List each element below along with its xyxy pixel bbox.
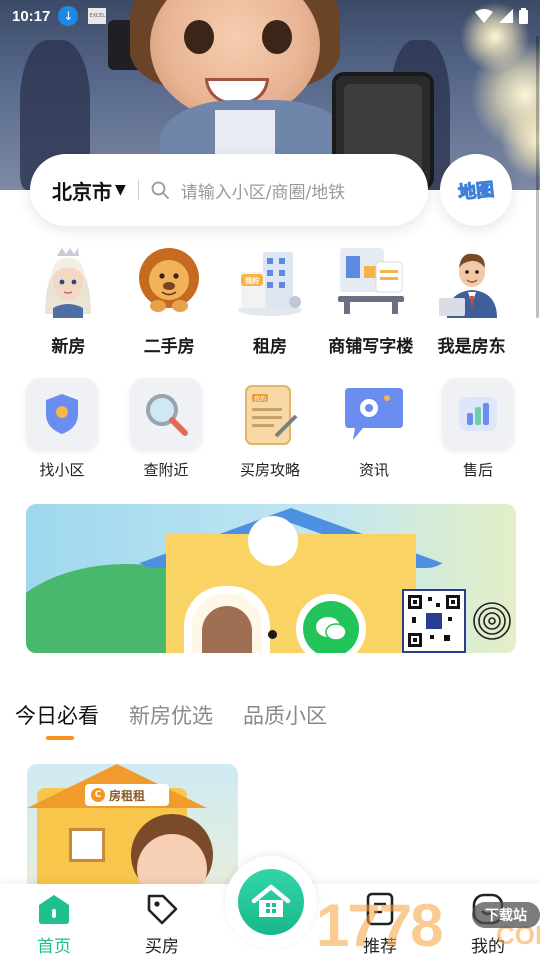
landlord-avatar-icon xyxy=(438,253,497,318)
feed-card[interactable]: C 房租租 xyxy=(27,764,238,904)
category-second-hand[interactable]: 二手房 xyxy=(121,244,217,357)
shield-icon xyxy=(46,394,78,434)
category-new-house[interactable]: 新房 xyxy=(20,244,116,357)
download-icon: ↓ xyxy=(58,6,79,26)
card-sign-badge: C xyxy=(91,788,105,802)
after-sales-tile xyxy=(442,378,514,450)
document-icon xyxy=(363,892,397,926)
news-tile xyxy=(338,378,410,450)
category-find-community[interactable]: 找小区 xyxy=(12,378,112,480)
tab-label: 新房优选 xyxy=(129,704,213,728)
chat-bubble-icon xyxy=(345,388,403,440)
tab-today-must-see[interactable]: 今日必看 xyxy=(15,700,99,740)
notification-thumbnail-icon: EXCEL xyxy=(88,8,107,24)
rent-sign-text: 我的 xyxy=(245,276,259,285)
battery-icon xyxy=(519,8,528,24)
tab-label: 品质小区 xyxy=(243,704,327,728)
promo-banner[interactable] xyxy=(26,504,516,653)
category-after-sales[interactable]: 售后 xyxy=(428,378,528,480)
primary-category-row: 新房 二手房 我的 租房 商铺写字楼 我是房东 xyxy=(0,244,540,357)
buying-guide-tile: 我的 xyxy=(234,378,306,450)
nav-buy[interactable]: 买房 xyxy=(127,892,197,957)
wifi-icon xyxy=(475,9,493,23)
category-label: 二手房 xyxy=(143,337,195,357)
nav-mine[interactable]: 我的 xyxy=(453,892,523,957)
category-label: 资讯 xyxy=(358,461,389,479)
nav-home[interactable]: 首页 xyxy=(19,892,89,957)
city-selector[interactable]: 北京市 xyxy=(52,176,112,205)
category-nearby[interactable]: 查附近 xyxy=(116,378,216,480)
category-label: 租房 xyxy=(252,337,287,357)
house-icon xyxy=(251,884,291,917)
card-sign-text: 房租租 xyxy=(109,788,146,803)
secondary-category-row: 找小区 查附近 我的 买房攻略 资讯 售后 xyxy=(0,378,540,480)
lion-avatar-icon xyxy=(139,248,200,312)
category-rent[interactable]: 我的 租房 xyxy=(222,244,318,357)
search-bar[interactable]: 北京市 ▼ 请输入小区/商圈/地铁 xyxy=(30,154,428,226)
category-news[interactable]: 资讯 xyxy=(324,378,424,480)
card-sign: C 房租租 xyxy=(85,784,169,806)
category-label: 商铺写字楼 xyxy=(328,337,414,357)
tab-quality-communities[interactable]: 品质小区 xyxy=(243,700,327,730)
category-landlord[interactable]: 我是房东 xyxy=(424,244,520,357)
signal-icon xyxy=(499,9,513,23)
nav-label: 推荐 xyxy=(363,937,397,957)
map-button[interactable]: 地图 xyxy=(440,154,512,226)
nav-label: 买房 xyxy=(145,937,179,957)
status-time: 10:17 xyxy=(12,7,51,25)
tab-new-house-picks[interactable]: 新房优选 xyxy=(129,700,213,730)
bar-chart-icon xyxy=(459,397,497,431)
search-input[interactable]: 请输入小区/商圈/地铁 xyxy=(181,178,345,203)
caret-down-icon[interactable]: ▼ xyxy=(115,182,126,198)
category-buying-guide[interactable]: 我的 买房攻略 xyxy=(220,378,320,480)
magnifier-icon xyxy=(146,394,188,436)
status-bar: 10:17 ↓ EXCEL xyxy=(0,0,540,32)
search-icon xyxy=(151,181,169,199)
center-action-button[interactable] xyxy=(225,856,317,948)
feed-tab-bar: 今日必看 新房优选 品质小区 xyxy=(15,700,327,740)
fingerprint-icon xyxy=(473,602,511,640)
carousel-indicator[interactable] xyxy=(268,630,277,639)
category-label: 查附近 xyxy=(143,461,189,479)
find-community-tile xyxy=(26,378,98,450)
home-icon xyxy=(37,892,71,926)
qr-code-icon xyxy=(402,589,466,653)
user-icon xyxy=(471,892,505,926)
apartment-building-icon: 我的 xyxy=(237,252,302,316)
princess-avatar-icon xyxy=(45,248,92,318)
category-label: 买房攻略 xyxy=(239,461,300,479)
category-label: 我是房东 xyxy=(437,337,506,357)
notepad-icon: 我的 xyxy=(245,385,298,445)
nav-label: 首页 xyxy=(37,937,71,957)
category-label: 找小区 xyxy=(39,461,85,479)
search-divider xyxy=(137,180,139,200)
nav-label: 我的 xyxy=(471,937,505,957)
tab-active-indicator xyxy=(46,736,74,740)
category-label: 售后 xyxy=(462,461,493,479)
map-button-label: 地图 xyxy=(457,179,496,205)
notepad-label: 我的 xyxy=(254,395,266,403)
nav-recommend[interactable]: 推荐 xyxy=(345,892,415,957)
category-label: 新房 xyxy=(51,337,86,357)
tag-icon xyxy=(145,892,179,926)
nearby-tile xyxy=(130,378,202,450)
category-commercial[interactable]: 商铺写字楼 xyxy=(323,244,419,357)
tab-label: 今日必看 xyxy=(15,704,99,728)
office-desk-icon xyxy=(337,248,404,314)
